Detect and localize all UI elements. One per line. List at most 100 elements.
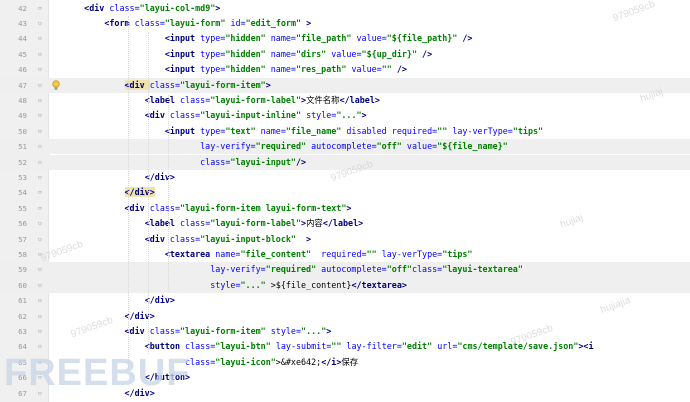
code-token: style=: [210, 279, 241, 290]
code-token: "${file_name}": [437, 141, 508, 152]
code-editor[interactable]: 42 ▫ <div class="layui-col-md9"> 43 ▫ <form…: [0, 0, 690, 402]
code-token: "layui-form-label": [210, 218, 302, 229]
fold-marker-icon[interactable]: ▫: [36, 4, 44, 12]
code-token: value=: [356, 33, 387, 44]
code-line[interactable]: 45 ▫ <input type="hidden" name="dirs" val…: [0, 47, 690, 62]
fold-marker-icon[interactable]: ▫: [36, 34, 44, 42]
fold-marker-icon[interactable]: ▫: [36, 235, 44, 243]
code-line[interactable]: 59 ▫ lay-verify="required" autocomplete="…: [0, 262, 690, 278]
code-text: <label class="layui-form-label">内容</labe…: [64, 216, 363, 231]
fold-marker-icon[interactable]: ▫: [36, 111, 44, 119]
line-number: 54: [18, 188, 27, 198]
fold-marker-icon[interactable]: ▫: [36, 96, 44, 104]
line-number: 55: [18, 203, 27, 213]
code-token: >${file_content}: [270, 279, 352, 290]
code-token: required=: [321, 248, 367, 259]
fold-marker-icon[interactable]: ▫: [36, 127, 44, 135]
fold-marker-icon[interactable]: ▫: [36, 188, 44, 196]
code-token: autocomplete=: [311, 141, 377, 152]
code-token: lay-filter=: [346, 341, 402, 352]
code-line[interactable]: 52 ▫ class="layui-input"/>: [0, 154, 690, 170]
code-token: "layui-icon": [215, 356, 276, 367]
fold-marker-icon[interactable]: ▫: [36, 327, 44, 335]
code-text: <div class="layui-col-md9">: [64, 1, 220, 16]
code-text: lay-verify="required" autocomplete="off"…: [64, 139, 508, 154]
code-text: </div>: [64, 170, 175, 185]
line-number: 61: [18, 296, 27, 306]
fold-marker-icon[interactable]: ▫: [36, 265, 44, 273]
code-text: <textarea name="file_content" required="…: [64, 247, 473, 262]
code-text: <label class="layui-form-label">文件名称</la…: [64, 93, 380, 108]
code-token: lay-verify=: [210, 264, 266, 275]
fold-marker-icon[interactable]: ▫: [36, 312, 44, 320]
code-line[interactable]: 42 ▫ <div class="layui-col-md9">: [0, 1, 690, 16]
code-line[interactable]: 63 ▫ <div class="layui-form-item" style="…: [0, 324, 690, 339]
code-token: "layui-col-md9": [139, 2, 216, 13]
code-token: "tips": [512, 125, 544, 136]
code-line[interactable]: 44 ▫ <input type="hidden" name="file_path…: [0, 31, 690, 46]
code-line[interactable]: 46 ▫ <input type="hidden" name="res_path"…: [0, 62, 690, 77]
code-token: "off": [376, 141, 407, 152]
code-token: </div>: [124, 187, 155, 198]
fold-marker-icon[interactable]: ▫: [36, 250, 44, 258]
code-token: "required": [265, 264, 322, 275]
code-line[interactable]: 50 ▫ <input type="text" name="file_name" …: [0, 124, 690, 139]
code-line[interactable]: 43 ▫ <form class="layui-form" id="edit_fo…: [0, 16, 690, 31]
code-line[interactable]: 55 ▫ <div class="layui-form-item layui-fo…: [0, 201, 690, 216]
fold-marker-icon[interactable]: ▫: [36, 65, 44, 73]
code-line[interactable]: 54 ▫ </div>: [0, 185, 690, 200]
fold-marker-icon[interactable]: ▫: [36, 204, 44, 212]
code-token: "edit": [401, 341, 438, 352]
code-line[interactable]: 61 ▫ </div>: [0, 293, 690, 308]
code-text: </div>: [64, 185, 155, 200]
fold-marker-icon[interactable]: ▫: [36, 50, 44, 58]
code-token: "file_name": [285, 125, 347, 136]
code-text: <input type="hidden" name="file_path" va…: [64, 31, 473, 46]
code-token: type=: [200, 33, 226, 44]
code-line[interactable]: 60 ▫ style="..." >${file_content}</textar…: [0, 277, 690, 294]
freebuf-logo-watermark: FREEBUF: [4, 352, 191, 394]
code-token: class=: [179, 94, 211, 105]
code-line[interactable]: 48 ▫ <label class="layui-form-label">文件名称…: [0, 93, 690, 108]
line-number: 42: [18, 3, 27, 13]
code-token: />: [396, 64, 407, 75]
code-line[interactable]: 57 ▫ <div class="layui-input-block" >: [0, 232, 690, 247]
code-token: lay-verType=: [452, 125, 513, 136]
fold-marker-icon[interactable]: ▫: [36, 281, 44, 289]
code-token: "layui-btn": [215, 341, 276, 352]
code-text: <input type="hidden" name="dirs" value="…: [64, 47, 432, 62]
lightbulb-icon[interactable]: [52, 79, 60, 91]
code-line[interactable]: 56 ▫ <label class="layui-form-label">内容</…: [0, 216, 690, 231]
fold-marker-icon[interactable]: ▫: [36, 173, 44, 181]
line-number: 45: [18, 49, 27, 59]
code-token: "": [331, 341, 347, 352]
code-line[interactable]: 62 ▫ </div>: [0, 309, 690, 324]
fold-marker-icon[interactable]: ▫: [36, 219, 44, 227]
code-line[interactable]: 58 ▫ <textarea name="file_content" requir…: [0, 247, 690, 262]
code-token: 保存: [341, 356, 359, 367]
line-number: 57: [18, 234, 27, 244]
fold-marker-icon[interactable]: ▫: [36, 19, 44, 27]
line-number: 50: [18, 126, 27, 136]
code-line[interactable]: 47 ▫ <div class="layui-form-item">: [0, 77, 690, 93]
fold-marker-icon[interactable]: ▫: [36, 81, 44, 89]
fold-marker-icon[interactable]: ▫: [36, 158, 44, 166]
fold-marker-icon[interactable]: ▫: [36, 296, 44, 304]
fold-marker-icon[interactable]: ▫: [36, 342, 44, 350]
code-line[interactable]: 53 ▫ </div>: [0, 170, 690, 185]
code-token: name=: [260, 125, 286, 136]
code-line[interactable]: 49 ▫ <div class="layui-input-inline" styl…: [0, 108, 690, 123]
code-token: "hidden": [225, 64, 271, 75]
code-token: 文件名称: [306, 94, 340, 105]
code-token: "edit_form": [245, 17, 307, 28]
line-number: 58: [18, 249, 27, 259]
code-token: style=: [306, 110, 337, 121]
fold-marker-icon[interactable]: ▫: [36, 142, 44, 150]
code-line[interactable]: 51 ▫ lay-verify="required" autocomplete="…: [0, 139, 690, 155]
